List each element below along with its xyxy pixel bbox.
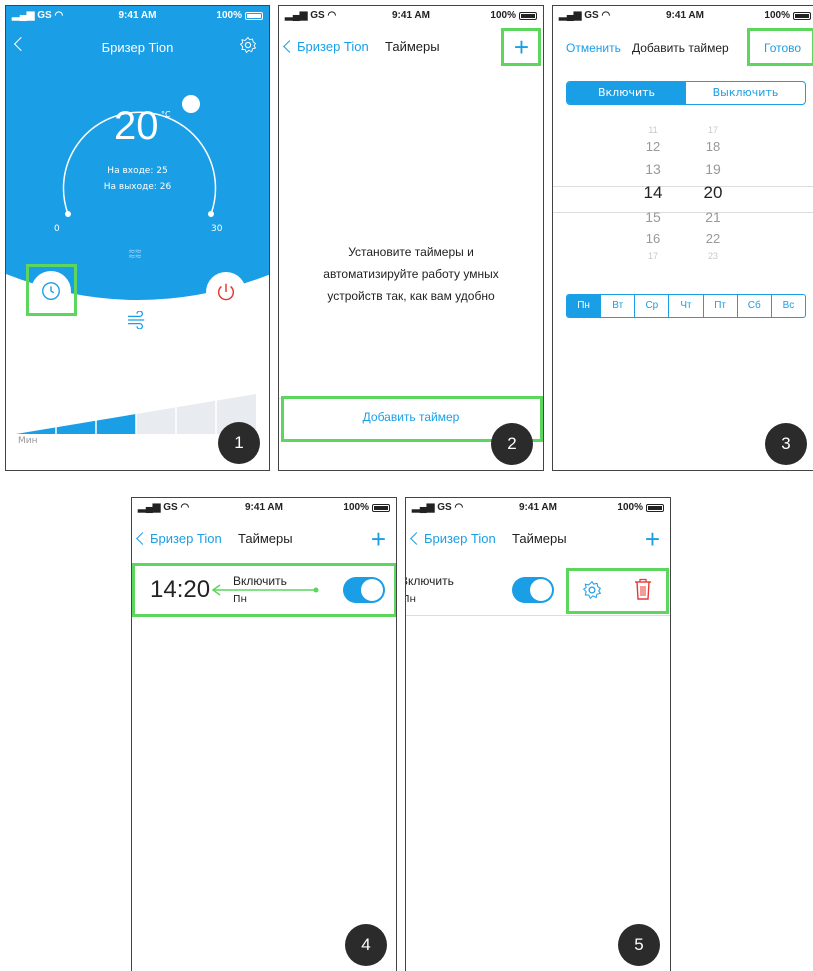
battery-icon [245,11,263,20]
status-bar: ▂▄▆ GS ◠ 9:41 AM 100% [6,6,269,26]
outlet-temp: На выходе: 26 [103,182,172,192]
page-title: Добавить таймер [632,41,729,55]
back-label: Бризер Tion [424,531,496,546]
battery-percent: 100% [343,502,369,513]
page-title: Таймеры [238,531,293,546]
device-title: Бризер Tion [101,40,174,55]
cancel-button[interactable]: Отменить [566,41,621,55]
screen-timers-list: ▂▄▆ GS ◠ 9:41 AM 100% Бризер Tion Таймер… [131,497,397,971]
segment-off[interactable]: Выключить [686,82,805,104]
status-bar: ▂▄▆ GS ◠ 9:41 AM 100% [279,6,543,26]
back-button[interactable]: Бризер Tion [136,531,222,546]
hour-option[interactable]: 11 [633,124,673,136]
weekday-3[interactable]: Чт [668,295,702,317]
minute-option[interactable]: 23 [693,250,733,262]
heater-icon[interactable]: ≈≈ ≈≈ [128,248,146,262]
inlet-temp: На входе: 25 [107,166,168,176]
step-badge-1: 1 [218,422,260,464]
temperature-knob[interactable] [182,95,200,113]
page-title: Таймеры [385,39,440,54]
hour-option[interactable]: 14 [633,180,673,206]
hour-option[interactable]: 13 [633,158,673,180]
page-title: Таймеры [512,531,567,546]
battery-percent: 100% [617,502,643,513]
empty-state-text: Установите таймеры и автоматизируйте раб… [323,245,499,303]
back-label: Бризер Tion [297,39,369,54]
add-plus-icon[interactable]: + [645,524,660,555]
airflow-icon [128,311,145,329]
hour-option[interactable]: 16 [633,228,673,250]
screen-timers-empty: ▂▄▆ GS ◠ 9:41 AM 100% Бризер Tion Таймер… [278,5,544,471]
hour-option[interactable]: 12 [633,136,673,158]
battery-percent: 100% [216,10,242,21]
minute-option[interactable]: 22 [693,228,733,250]
battery-icon [372,503,390,512]
battery-icon [646,503,664,512]
hour-option[interactable]: 15 [633,206,673,228]
weekday-0[interactable]: Пн [567,295,601,317]
nav-bar: Бризер Tion Таймеры + [132,520,396,560]
timer-toggle[interactable] [512,577,554,603]
fan-speed-slider[interactable] [16,394,256,436]
timer-day: Пн [406,594,417,605]
on-off-segment: Включить Выключить [566,81,806,105]
chevron-left-icon [136,532,149,545]
divider [406,615,670,616]
back-label: Бризер Tion [150,531,222,546]
status-bar: ▂▄▆ GS ◠ 9:41 AM 100% [553,6,813,26]
status-bar: ▂▄▆ GS ◠ 9:41 AM 100% [132,498,396,518]
weekday-5[interactable]: Сб [736,295,771,317]
step-badge-4: 4 [345,924,387,966]
minute-option[interactable]: 18 [693,136,733,158]
range-min-label: 0 [54,224,60,234]
done-highlight [747,28,813,66]
fan-mode-button[interactable] [117,300,157,340]
timer-action: Включить [405,574,454,588]
segment-on[interactable]: Включить [567,82,686,104]
step-badge-5: 5 [618,924,660,966]
power-icon [217,283,235,301]
weekday-2[interactable]: Ср [634,295,668,317]
minute-option[interactable]: 17 [693,124,733,136]
row-actions-highlight [566,568,669,614]
step-badge-2: 2 [491,423,533,465]
chevron-left-icon [410,532,423,545]
battery-icon [793,11,811,20]
picker-line-top [553,186,813,187]
settings-gear-icon[interactable] [239,36,257,54]
back-button[interactable]: Бризер Tion [410,531,496,546]
time-picker[interactable]: 11 12 13 14 15 16 17 17 18 19 20 21 22 23 [553,124,813,274]
battery-percent: 100% [490,10,516,21]
battery-percent: 100% [764,10,790,21]
weekday-selector: Пн Вт Ср Чт Пт Сб Вс [566,294,806,318]
screen-breezer-main: ▂▄▆ GS ◠ 9:41 AM 100% Бризер Tion 20 °C … [5,5,270,471]
picker-line-bottom [553,212,813,213]
power-button[interactable] [206,272,246,312]
battery-icon [519,11,537,20]
speed-min-label: Мин [18,436,38,446]
screen-add-timer: ▂▄▆ GS ◠ 9:41 AM 100% Отменить Добавить … [552,5,813,471]
minute-option[interactable]: 19 [693,158,733,180]
range-max-label: 30 [211,224,223,234]
weekday-4[interactable]: Пт [702,295,737,317]
timer-row-highlight [132,563,396,617]
status-bar: ▂▄▆ GS ◠ 9:41 AM 100% [406,498,670,518]
add-plus-icon[interactable]: + [371,524,386,555]
back-button[interactable]: Бризер Tion [283,39,369,54]
minute-option[interactable]: 20 [693,180,733,206]
weekday-6[interactable]: Вс [770,295,805,317]
temperature-value: 20 [114,104,159,148]
minute-option[interactable]: 21 [693,206,733,228]
step-badge-3: 3 [765,423,807,465]
timer-button-highlight [26,264,77,316]
weekday-1[interactable]: Вт [600,295,634,317]
nav-bar: Бризер Tion Таймеры + [406,520,670,560]
screen-timer-swiped: ▂▄▆ GS ◠ 9:41 AM 100% Бризер Tion Таймер… [405,497,671,971]
add-plus-highlight [501,28,541,66]
hour-option[interactable]: 17 [633,250,673,262]
temperature-unit: °C [161,110,171,119]
chevron-left-icon [283,40,296,53]
